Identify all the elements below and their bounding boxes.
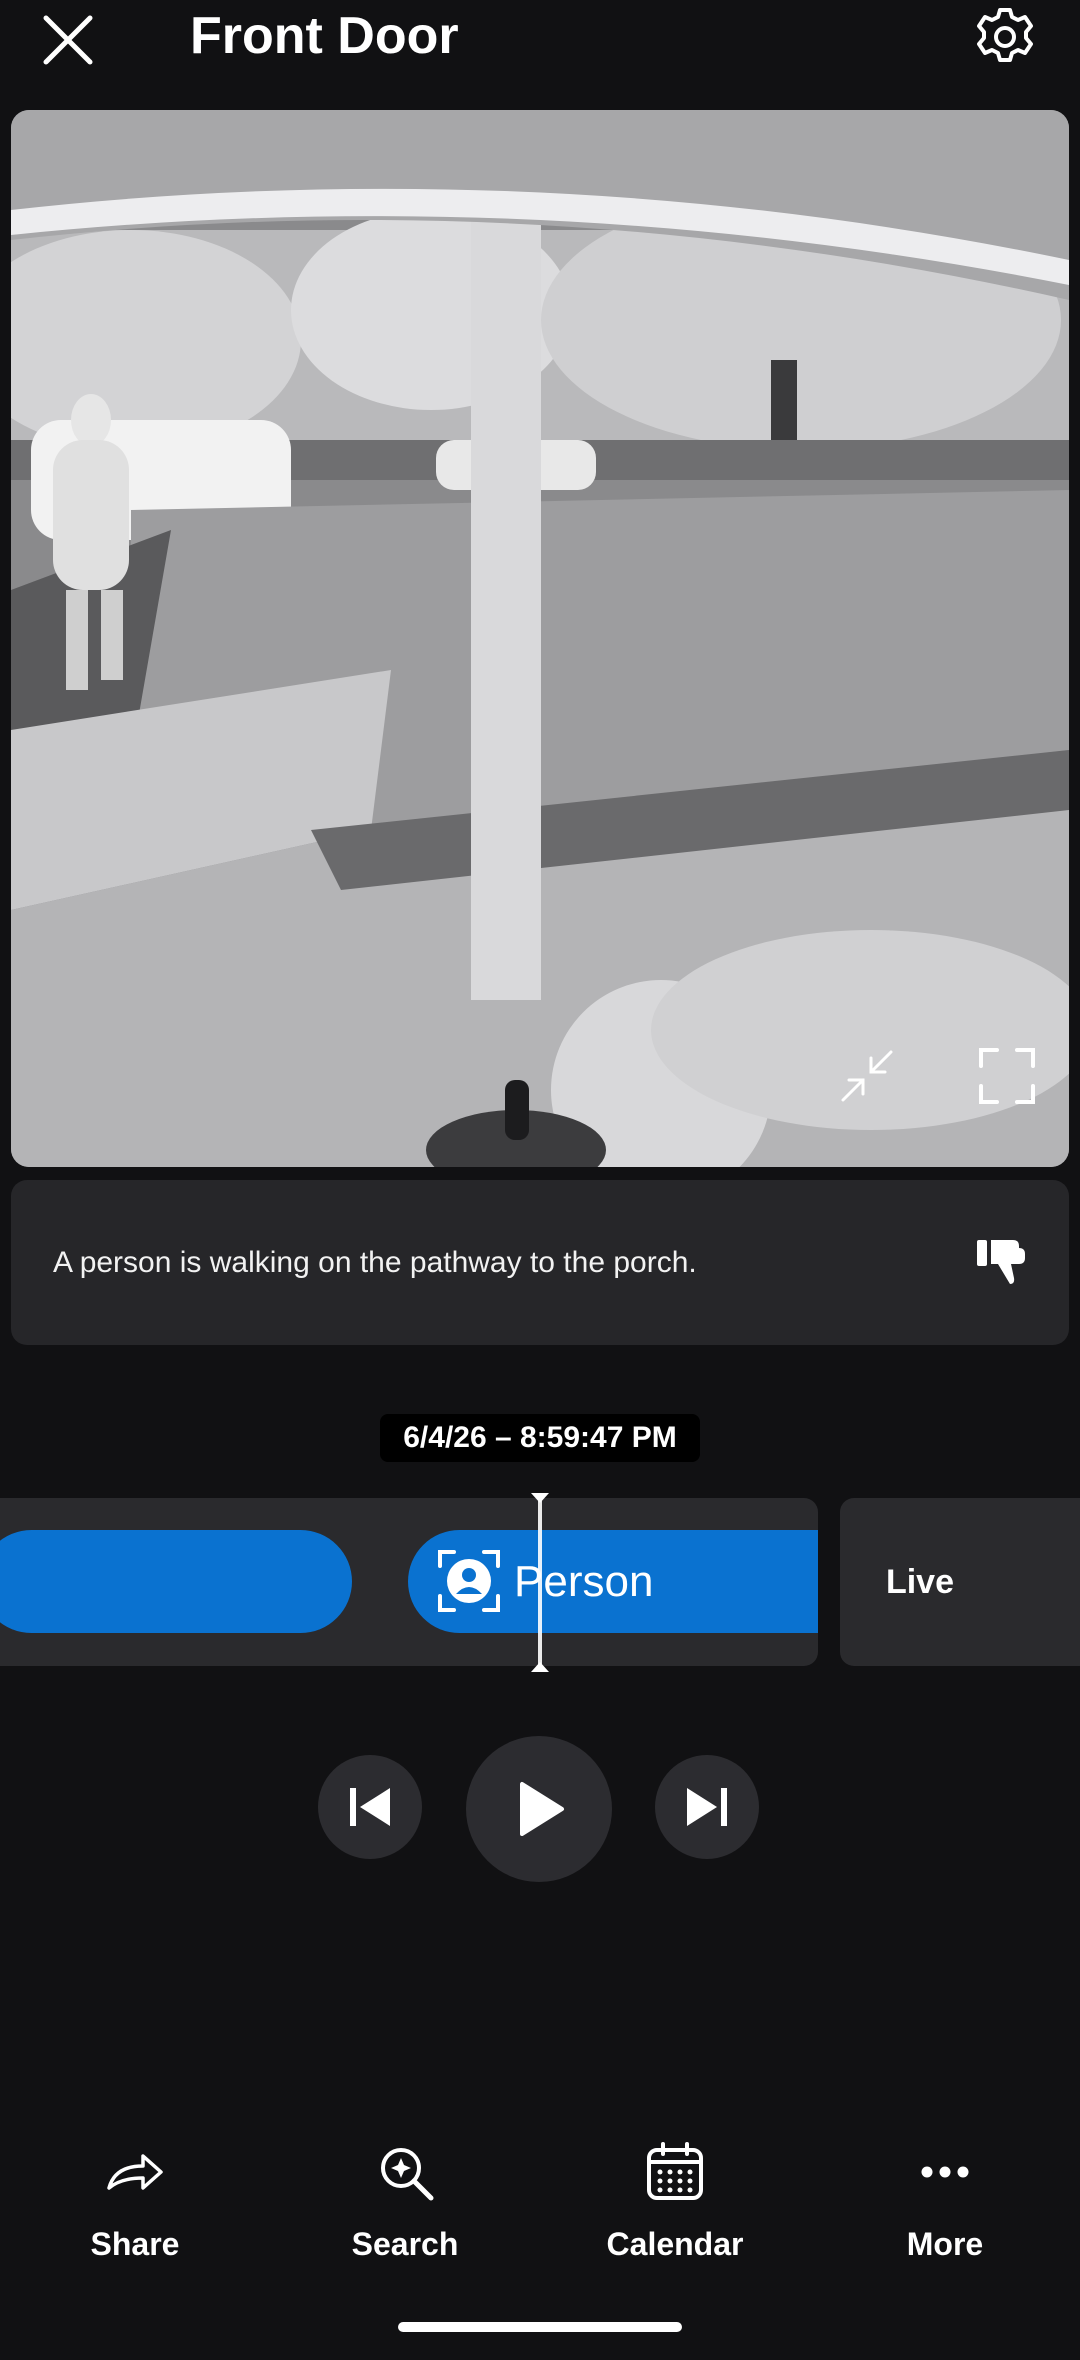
play-button[interactable] (466, 1736, 612, 1882)
nav-more[interactable]: More (825, 2140, 1065, 2270)
previous-event-button[interactable] (318, 1755, 422, 1859)
page-title: Front Door (190, 7, 459, 65)
close-icon (43, 15, 93, 65)
thumbs-down-icon (977, 1240, 1025, 1284)
nav-share-label: Share (90, 2226, 180, 2262)
person-icon (436, 1548, 502, 1614)
settings-button[interactable] (972, 4, 1038, 70)
timeline-timestamp: 6/4/26 – 8:59:47 PM (380, 1414, 700, 1462)
nav-calendar-label: Calendar (606, 2226, 744, 2262)
live-button[interactable]: Live (840, 1498, 1080, 1666)
camera-video[interactable] (11, 110, 1069, 1167)
playhead-bottom-marker (531, 1662, 549, 1672)
playhead-top-marker (531, 1493, 549, 1503)
timeline-event-person[interactable]: Person (408, 1530, 818, 1633)
camera-frame-image (11, 110, 1069, 1167)
event-description: A person is walking on the pathway to th… (53, 1246, 697, 1279)
search-sparkle-icon (381, 2148, 434, 2201)
skip-next-icon (687, 1788, 727, 1826)
skip-previous-icon (350, 1788, 390, 1826)
feedback-button[interactable] (971, 1232, 1031, 1292)
event-description-card: A person is walking on the pathway to th… (11, 1180, 1069, 1345)
live-label: Live (885, 1563, 955, 1601)
share-icon (107, 2154, 163, 2190)
next-event-button[interactable] (655, 1755, 759, 1859)
close-button[interactable] (36, 8, 100, 72)
fullscreen-button[interactable] (975, 1044, 1039, 1108)
home-indicator[interactable] (398, 2322, 682, 2332)
minimize-button[interactable] (835, 1044, 899, 1108)
event-label: Person (514, 1557, 654, 1606)
timeline-event-previous[interactable] (0, 1530, 352, 1633)
minimize-icon (841, 1050, 893, 1102)
fullscreen-icon (979, 1048, 1035, 1104)
nav-share[interactable]: Share (15, 2140, 255, 2270)
timeline-playhead[interactable] (538, 1494, 542, 1672)
gear-icon (977, 8, 1033, 62)
nav-search[interactable]: Search (285, 2140, 525, 2270)
nav-search-label: Search (351, 2226, 459, 2262)
nav-more-label: More (906, 2226, 984, 2262)
nav-calendar[interactable]: Calendar (555, 2140, 795, 2270)
more-icon (921, 2166, 969, 2178)
calendar-icon (647, 2142, 703, 2200)
play-icon (520, 1782, 564, 1836)
